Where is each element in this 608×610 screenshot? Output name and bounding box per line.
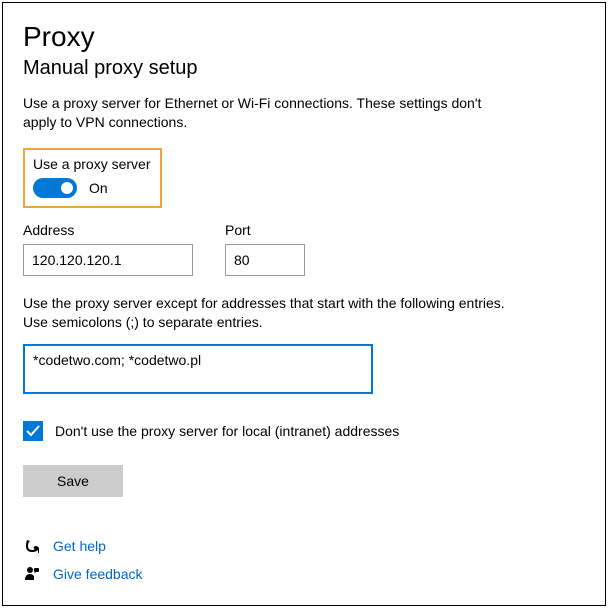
help-icon xyxy=(23,537,41,555)
toggle-state-label: On xyxy=(89,180,108,196)
feedback-icon xyxy=(23,565,41,583)
use-proxy-label: Use a proxy server xyxy=(33,156,150,172)
page-title: Proxy xyxy=(23,21,585,53)
description-text: Use a proxy server for Ethernet or Wi-Fi… xyxy=(23,94,503,132)
use-proxy-toggle[interactable] xyxy=(33,178,77,198)
local-addresses-label: Don't use the proxy server for local (in… xyxy=(55,423,399,439)
exceptions-input[interactable] xyxy=(23,344,373,394)
highlight-use-proxy: Use a proxy server On xyxy=(23,148,162,208)
checkmark-icon xyxy=(26,424,40,438)
toggle-knob xyxy=(61,182,73,194)
local-addresses-checkbox[interactable] xyxy=(23,421,43,441)
port-label: Port xyxy=(225,222,305,238)
exceptions-description: Use the proxy server except for addresse… xyxy=(23,294,523,332)
get-help-link[interactable]: Get help xyxy=(53,538,106,554)
address-input[interactable] xyxy=(23,244,193,276)
port-input[interactable] xyxy=(225,244,305,276)
give-feedback-link[interactable]: Give feedback xyxy=(53,566,143,582)
section-title: Manual proxy setup xyxy=(23,57,585,80)
save-button[interactable]: Save xyxy=(23,465,123,497)
address-label: Address xyxy=(23,222,193,238)
